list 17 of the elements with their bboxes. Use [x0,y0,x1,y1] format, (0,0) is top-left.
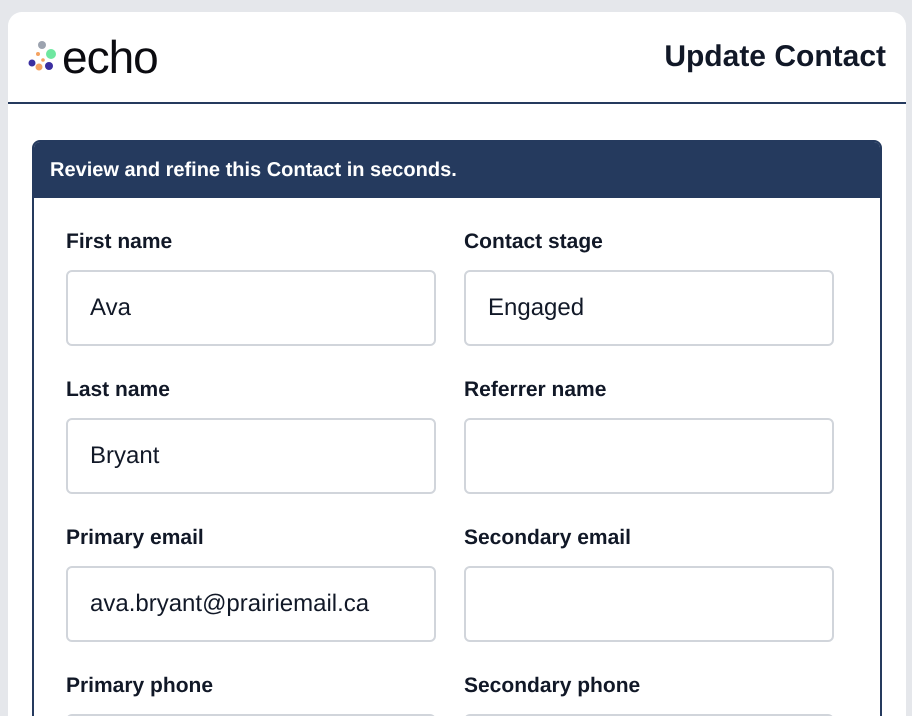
logo-text: echo [62,30,158,84]
panel-heading: Review and refine this Contact in seconds. [34,142,880,198]
field-label: Primary phone [66,674,214,698]
field-label: Primary email [66,526,205,550]
text-field[interactable]: ava.bryant@prairiemail.ca [66,566,436,642]
field-label: Referrer name [464,378,608,402]
text-field[interactable]: Ava [66,270,436,346]
text-field[interactable] [464,418,834,494]
field-label: Contact stage [464,230,604,254]
field-label: Secondary phone [464,674,642,698]
page-title: Update Contact [664,40,886,74]
text-field[interactable]: Engaged [464,270,834,346]
field-label: First name [66,230,174,254]
field-label: Secondary email [464,526,632,550]
text-field[interactable]: Bryant [66,418,436,494]
field-label: Last name [66,378,171,402]
text-field[interactable] [464,566,834,642]
